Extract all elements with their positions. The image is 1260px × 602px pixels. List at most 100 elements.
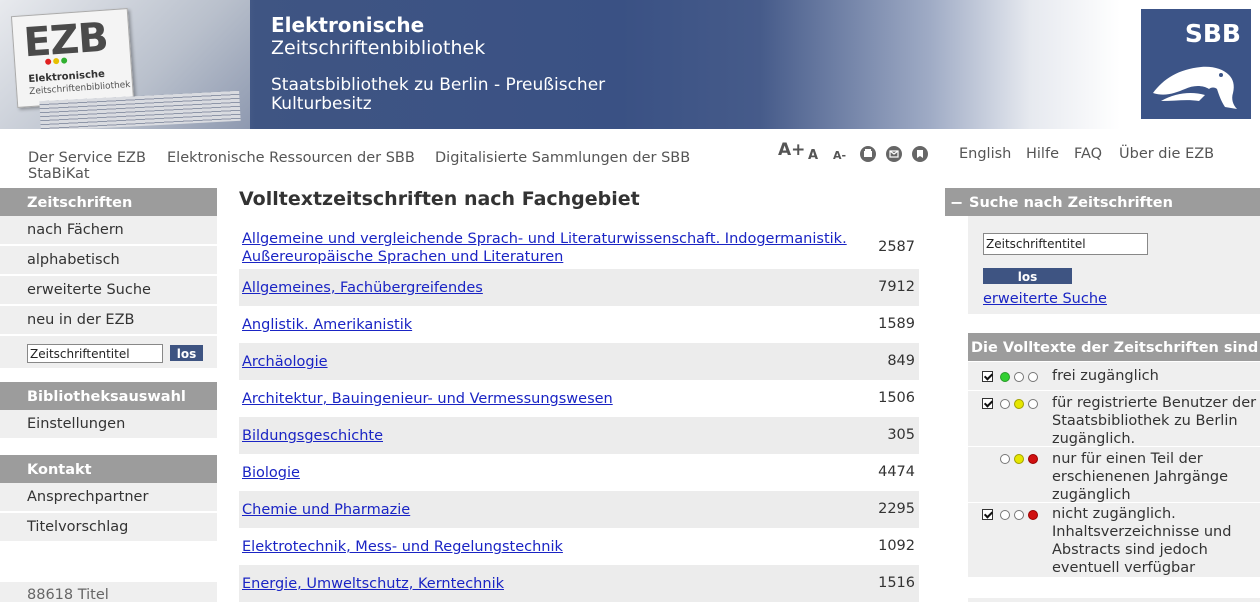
empty-dot-icon (1028, 399, 1038, 409)
subject-count: 1092 (878, 538, 915, 554)
legend-heading: Die Volltexte der Zeitschriften sind (968, 333, 1260, 361)
sidebar-item-neu-in-der-ezb[interactable]: neu in der EZB (0, 306, 217, 335)
sidebar-heading-kontakt: Kontakt (0, 455, 217, 483)
subject-link-line2: Außereuropäische Sprachen und Literature… (242, 249, 564, 265)
nav-link-digitalisierte-sammlungen[interactable]: Digitalisierte Sammlungen der SBB (435, 150, 690, 166)
empty-dot-icon (1014, 372, 1024, 382)
subject-row: Architektur, Bauingenieur- und Vermessun… (239, 380, 919, 417)
subject-link-anglistik[interactable]: Anglistik. Amerikanistik (242, 316, 412, 334)
subject-link-chemie[interactable]: Chemie und Pharmazie (242, 501, 410, 519)
legend-text-none: nicht zugänglich. Inhaltsverzeichnisse u… (1052, 505, 1260, 577)
subject-row: Archäologie 849 (239, 343, 919, 380)
sidebar-item-einstellungen[interactable]: Einstellungen (0, 410, 217, 439)
red-dot-icon (1028, 454, 1038, 464)
font-size-decrease-icon[interactable]: A- (833, 149, 846, 162)
journal-search-button[interactable]: los (983, 268, 1072, 284)
ezb-logo-card: EZB Elektronische Zeitschriftenbibliothe… (10, 8, 135, 108)
nav-link-service-ezb[interactable]: Der Service EZB (28, 150, 146, 166)
eagle-icon (1153, 66, 1237, 109)
legend-checkbox-free[interactable] (982, 371, 993, 382)
subject-row: Elektrotechnik, Mess- und Regelungstechn… (239, 528, 919, 565)
sidebar-search-input[interactable] (27, 344, 163, 363)
collapse-icon[interactable]: − (950, 188, 963, 216)
sidebar-item-erweiterte-suche[interactable]: erweiterte Suche (0, 276, 217, 305)
legend-text-free: frei zugänglich (1052, 368, 1159, 384)
subject-row: Bildungsgeschichte 305 (239, 417, 919, 454)
nav-link-english[interactable]: English (959, 146, 1011, 162)
subject-count: 1516 (878, 575, 915, 591)
institution-name-line2: Kulturbesitz (271, 94, 372, 114)
empty-dot-icon (1000, 399, 1010, 409)
subject-link-biologie[interactable]: Biologie (242, 464, 300, 482)
page-title: Volltextzeitschriften nach Fachgebiet (239, 188, 640, 210)
legend-item-none: nicht zugänglich. Inhaltsverzeichnisse u… (968, 502, 1260, 577)
subject-link-archaeologie[interactable]: Archäologie (242, 353, 328, 371)
empty-dot-icon (1000, 454, 1010, 464)
legend-item-registered: für registrierte Benutzer der Staatsbibl… (968, 390, 1260, 448)
subject-row: Energie, Umweltschutz, Kerntechnik 1516 (239, 565, 919, 602)
legend-footer (968, 598, 1260, 602)
subject-row: Biologie 4474 (239, 454, 919, 491)
advanced-search-link[interactable]: erweiterte Suche (983, 291, 1107, 307)
sidebar-heading-bibliotheksauswahl: Bibliotheksauswahl (0, 382, 217, 410)
sidebar-heading-zeitschriften: Zeitschriften (0, 188, 217, 216)
bookmark-icon[interactable] (912, 146, 928, 162)
sidebar-item-titelvorschlag[interactable]: Titelvorschlag (0, 513, 217, 542)
legend-text-line: nur für einen Teil der (1052, 451, 1203, 467)
sidebar-search-area: los (0, 336, 217, 368)
legend-item-partial: nur für einen Teil der erschienenen Jahr… (968, 446, 1260, 503)
nav-link-ueber-die-ezb[interactable]: Über die EZB (1119, 146, 1214, 162)
subject-link-architektur[interactable]: Architektur, Bauingenieur- und Vermessun… (242, 390, 613, 408)
search-panel-title: Suche nach Zeitschriften (969, 195, 1173, 211)
legend-text-line: Abstracts sind jedoch (1052, 542, 1208, 558)
subject-row: Allgemeine und vergleichende Sprach- und… (239, 228, 919, 266)
legend-text-line: zugänglich. (1052, 431, 1136, 447)
legend-checkbox-registered[interactable] (982, 398, 993, 409)
legend-text-line: nicht zugänglich. (1052, 506, 1176, 522)
legend-text-registered: für registrierte Benutzer der Staatsbibl… (1052, 394, 1260, 448)
legend-text-line: Inhaltsverzeichnisse und (1052, 524, 1232, 540)
mail-icon[interactable] (886, 146, 902, 162)
subject-link-line1: Allgemeine und vergleichende Sprach- und… (242, 231, 847, 247)
subject-link-allgemeines[interactable]: Allgemeines, Fachübergreifendes (242, 279, 483, 297)
ezb-logo[interactable]: EZB Elektronische Zeitschriftenbibliothe… (0, 0, 250, 129)
font-size-normal-icon[interactable]: A (808, 148, 818, 163)
site-title-line2: Zeitschriftenbibliothek (271, 37, 486, 59)
legend-checkbox-none[interactable] (982, 509, 993, 520)
green-dot-icon (1000, 372, 1010, 382)
nav-link-stabikat[interactable]: StaBiKat (28, 166, 90, 182)
subject-link-bildungsgeschichte[interactable]: Bildungsgeschichte (242, 427, 383, 445)
institution-name-line1: Staatsbibliothek zu Berlin - Preußischer (271, 75, 606, 95)
subject-row: Chemie und Pharmazie 2295 (239, 491, 919, 528)
subject-count: 1589 (878, 316, 915, 332)
nav-link-faq[interactable]: FAQ (1074, 146, 1102, 162)
sidebar-search-button[interactable]: los (170, 345, 203, 361)
sidebar-item-alphabetisch[interactable]: alphabetisch (0, 246, 217, 275)
nav-link-hilfe[interactable]: Hilfe (1026, 146, 1059, 162)
sbb-logo[interactable]: SBB (1141, 9, 1251, 119)
font-size-increase-icon[interactable]: A+ (778, 140, 805, 160)
search-panel: los erweiterte Suche (968, 216, 1260, 314)
empty-dot-icon (1014, 510, 1024, 520)
empty-dot-icon (1028, 372, 1038, 382)
journal-search-input[interactable] (983, 233, 1148, 255)
red-dot-icon (1028, 510, 1038, 520)
search-panel-heading[interactable]: − Suche nach Zeitschriften (945, 188, 1260, 216)
subject-count: 7912 (878, 279, 915, 295)
journal-count: 88618 Titel (0, 582, 217, 602)
subject-count: 849 (887, 353, 915, 369)
legend-text-line: zugänglich (1052, 487, 1131, 503)
yellow-dot-icon (1014, 454, 1024, 464)
yellow-dot-icon (1014, 399, 1024, 409)
subject-link-sprachwissenschaft[interactable]: Allgemeine und vergleichende Sprach- und… (242, 230, 847, 266)
subject-count: 2295 (878, 501, 915, 517)
sidebar-item-nach-faechern[interactable]: nach Fächern (0, 216, 217, 245)
subject-link-energie[interactable]: Energie, Umweltschutz, Kerntechnik (242, 575, 504, 593)
legend-text-line: Staatsbibliothek zu Berlin (1052, 413, 1238, 429)
subject-count: 2587 (878, 239, 915, 255)
print-icon[interactable] (860, 146, 876, 162)
nav-link-elektronische-ressourcen[interactable]: Elektronische Ressourcen der SBB (167, 150, 415, 166)
legend-text-line: erschienenen Jahrgänge (1052, 469, 1229, 485)
sidebar-item-ansprechpartner[interactable]: Ansprechpartner (0, 483, 217, 512)
subject-link-elektrotechnik[interactable]: Elektrotechnik, Mess- und Regelungstechn… (242, 538, 563, 556)
